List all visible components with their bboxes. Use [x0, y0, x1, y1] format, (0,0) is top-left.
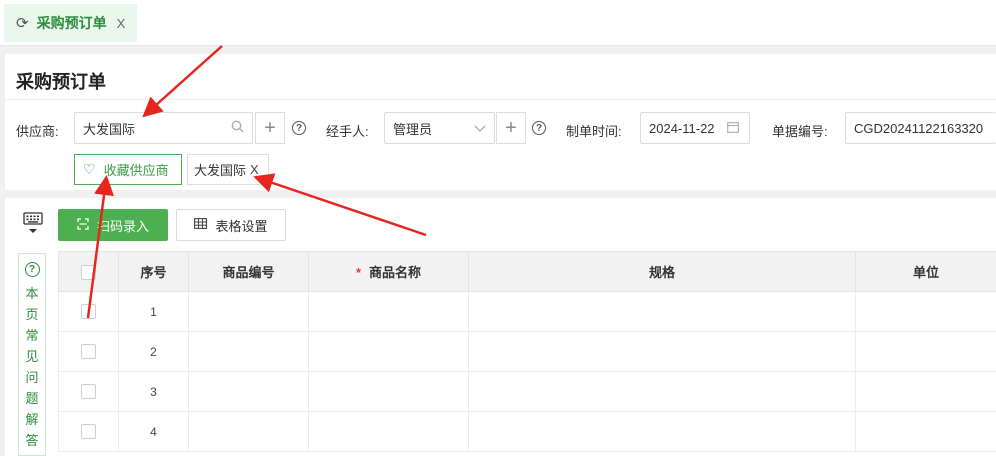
handler-help-icon[interactable]: ?: [532, 121, 546, 135]
refresh-icon[interactable]: ⟳: [16, 14, 29, 32]
cell-name[interactable]: [308, 331, 469, 372]
docno-label: 单据编号:: [772, 124, 828, 139]
header-name: * 商品名称: [308, 251, 469, 292]
cell-unit[interactable]: [855, 371, 996, 412]
faq-char: 问: [25, 370, 39, 385]
cell-code[interactable]: [188, 411, 309, 452]
docno-input[interactable]: CGD20241122163320: [845, 112, 996, 144]
faq-char: 页: [25, 307, 39, 322]
supplier-label: 供应商:: [16, 124, 59, 139]
cell-code[interactable]: [188, 331, 309, 372]
cell-unit[interactable]: [855, 291, 996, 332]
required-mark: *: [355, 265, 362, 280]
row-checkbox[interactable]: [81, 384, 96, 400]
handler-label: 经手人:: [326, 124, 369, 139]
tab-bar: ⟳ 采购预订单 X: [0, 0, 996, 46]
scan-icon: [77, 217, 89, 233]
table-row[interactable]: 4: [58, 411, 996, 452]
cell-name[interactable]: [308, 411, 469, 452]
favorite-supplier-tag[interactable]: 大发国际 X: [187, 154, 269, 185]
row-checkbox[interactable]: [81, 304, 96, 320]
select-all-checkbox[interactable]: [81, 264, 96, 280]
add-handler-button[interactable]: +: [496, 112, 526, 144]
scan-entry-button[interactable]: 扫码录入: [58, 209, 168, 241]
row-checkbox[interactable]: [81, 344, 96, 360]
header-spec: 规格: [468, 251, 856, 292]
cell-code[interactable]: [188, 291, 309, 332]
faq-char: 见: [25, 349, 39, 364]
tab-label: 采购预订单: [36, 15, 107, 31]
goods-table: 序号 商品编号 * 商品名称 规格 单位 1 2 3 4: [58, 251, 996, 452]
cell-spec[interactable]: [468, 291, 856, 332]
cell-spec[interactable]: [468, 411, 856, 452]
date-value: 2024-11-22: [649, 120, 715, 136]
tab-close-icon[interactable]: X: [117, 16, 126, 31]
keyboard-icon[interactable]: [22, 210, 44, 236]
cell-spec[interactable]: [468, 331, 856, 372]
row-checkbox[interactable]: [81, 424, 96, 440]
faq-char: 答: [25, 433, 39, 448]
search-icon[interactable]: [231, 120, 244, 136]
order-header-panel: 采购预订单 供应商: 大发国际 + ? 经手人: 管理员 + ? 制单时间: 2…: [5, 54, 996, 190]
faq-side-tab[interactable]: ? 本 页 常 见 问 题 解 答: [18, 253, 46, 456]
favorite-supplier-label: 收藏供应商: [103, 163, 169, 178]
date-input[interactable]: 2024-11-22: [640, 112, 750, 144]
scan-entry-label: 扫码录入: [96, 218, 149, 234]
supplier-input[interactable]: 大发国际: [74, 112, 253, 144]
table-settings-label: 表格设置: [215, 218, 268, 234]
cell-code[interactable]: [188, 371, 309, 412]
supplier-help-icon[interactable]: ?: [292, 121, 306, 135]
faq-char: 题: [25, 391, 39, 406]
select-all-cell: [58, 251, 119, 292]
cell-spec[interactable]: [468, 371, 856, 412]
table-settings-button[interactable]: 表格设置: [176, 209, 286, 241]
row-index: 4: [118, 411, 189, 452]
add-supplier-button[interactable]: +: [255, 112, 285, 144]
page-title: 采购预订单: [16, 72, 106, 92]
row-index: 1: [118, 291, 189, 332]
handler-value: 管理员: [393, 121, 433, 137]
divider: [5, 99, 996, 100]
handler-select[interactable]: 管理员: [384, 112, 495, 144]
header-code: 商品编号: [188, 251, 309, 292]
header-unit: 单位: [855, 251, 996, 292]
supplier-value: 大发国际: [83, 121, 136, 137]
table-row[interactable]: 3: [58, 371, 996, 412]
table-icon: [194, 218, 208, 232]
faq-char: 本: [25, 286, 39, 301]
row-index: 3: [118, 371, 189, 412]
header-name-label: 商品名称: [369, 265, 422, 280]
calendar-icon[interactable]: [727, 121, 739, 136]
chevron-down-icon: [474, 121, 486, 136]
table-row[interactable]: 1: [58, 291, 996, 332]
heart-icon: ♡: [83, 161, 96, 177]
goods-panel: ? 本 页 常 见 问 题 解 答 扫码录入 表格设置 序号 商品编号 * 商品名…: [5, 198, 996, 456]
table-row[interactable]: 2: [58, 331, 996, 372]
favorite-supplier-button[interactable]: ♡ 收藏供应商: [74, 154, 182, 185]
row-index: 2: [118, 331, 189, 372]
faq-char: 常: [25, 328, 39, 343]
header-index: 序号: [118, 251, 189, 292]
tab-purchase-preorder[interactable]: ⟳ 采购预订单 X: [4, 4, 137, 42]
table-header-row: 序号 商品编号 * 商品名称 规格 单位: [58, 251, 996, 292]
docno-value: CGD20241122163320: [854, 120, 984, 136]
question-icon: ?: [24, 262, 40, 277]
date-label: 制单时间:: [566, 124, 622, 139]
cell-unit[interactable]: [855, 411, 996, 452]
faq-char: 解: [25, 412, 39, 427]
cell-name[interactable]: [308, 291, 469, 332]
cell-unit[interactable]: [855, 331, 996, 372]
cell-name[interactable]: [308, 371, 469, 412]
supplier-tag-label: 大发国际: [194, 163, 247, 178]
supplier-tag-close-icon[interactable]: X: [250, 162, 259, 177]
